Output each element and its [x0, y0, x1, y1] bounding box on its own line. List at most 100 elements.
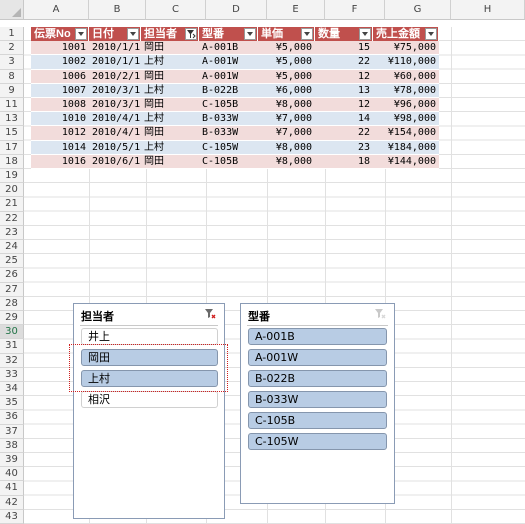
slicer-item[interactable]: B-033W	[248, 391, 387, 408]
row-header-36[interactable]: 36	[0, 410, 24, 425]
table-cell[interactable]: 1014	[31, 140, 89, 155]
table-cell[interactable]: 岡田	[141, 98, 199, 113]
table-cell[interactable]: 2010/3/1	[89, 98, 141, 113]
row-header-31[interactable]: 31	[0, 339, 24, 354]
filter-applied-icon[interactable]	[185, 28, 197, 40]
table-cell[interactable]: 上村	[141, 112, 199, 127]
table-cell[interactable]: ¥5,000	[258, 41, 315, 56]
table-cell[interactable]: 12	[315, 98, 373, 113]
table-cell[interactable]: 1007	[31, 83, 89, 98]
row-header-37[interactable]: 37	[0, 424, 24, 439]
dropdown-arrow-icon[interactable]	[244, 28, 256, 40]
table-cell[interactable]: B-033W	[199, 112, 258, 127]
row-header-23[interactable]: 23	[0, 225, 24, 240]
table-cell[interactable]: 上村	[141, 83, 199, 98]
table-cell[interactable]: 岡田	[141, 69, 199, 84]
dropdown-arrow-icon[interactable]	[425, 28, 437, 40]
table-cell[interactable]: ¥98,000	[373, 112, 439, 127]
table-cell[interactable]: 1008	[31, 98, 89, 113]
table-cell[interactable]: C-105B	[199, 154, 258, 169]
row-header-18[interactable]: 18	[0, 154, 24, 169]
column-header-h[interactable]: H	[451, 0, 525, 20]
table-cell[interactable]: 22	[315, 126, 373, 141]
column-header-d[interactable]: D	[206, 0, 267, 20]
row-header-38[interactable]: 38	[0, 438, 24, 453]
table-cell[interactable]: 2010/3/1	[89, 83, 141, 98]
select-all-corner[interactable]	[0, 0, 24, 20]
slicer-item[interactable]: C-105B	[248, 412, 387, 429]
table-cell[interactable]: ¥154,000	[373, 126, 439, 141]
row-header-19[interactable]: 19	[0, 169, 24, 184]
column-header-a[interactable]: A	[24, 0, 89, 20]
table-cell[interactable]: 岡田	[141, 154, 199, 169]
table-header-cell[interactable]: 伝票No	[31, 27, 89, 42]
row-header-1[interactable]: 1	[0, 27, 24, 42]
table-cell[interactable]: ¥110,000	[373, 55, 439, 70]
table-cell[interactable]: 上村	[141, 55, 199, 70]
row-header-8[interactable]: 8	[0, 69, 24, 84]
clear-filter-icon[interactable]	[204, 308, 216, 320]
table-cell[interactable]: 上村	[141, 140, 199, 155]
table-header-cell[interactable]: 単価	[258, 27, 315, 42]
row-header-43[interactable]: 43	[0, 509, 24, 524]
table-cell[interactable]: ¥96,000	[373, 98, 439, 113]
row-header-27[interactable]: 27	[0, 282, 24, 297]
table-cell[interactable]: 2010/5/1	[89, 140, 141, 155]
table-cell[interactable]: ¥8,000	[258, 98, 315, 113]
table-cell[interactable]: ¥60,000	[373, 69, 439, 84]
slicer-person[interactable]: 担当者 井上 岡田 上村 相沢	[73, 303, 225, 519]
row-header-15[interactable]: 15	[0, 126, 24, 141]
row-header-21[interactable]: 21	[0, 197, 24, 212]
table-cell[interactable]: 1016	[31, 154, 89, 169]
table-cell[interactable]: 13	[315, 83, 373, 98]
table-cell[interactable]: ¥75,000	[373, 41, 439, 56]
table-cell[interactable]: 14	[315, 112, 373, 127]
table-cell[interactable]: C-105W	[199, 140, 258, 155]
table-cell[interactable]: 1002	[31, 55, 89, 70]
table-cell[interactable]: ¥8,000	[258, 140, 315, 155]
table-cell[interactable]: 2010/6/1	[89, 154, 141, 169]
table-cell[interactable]: 2010/1/1	[89, 41, 141, 56]
row-header-32[interactable]: 32	[0, 353, 24, 368]
row-header-39[interactable]: 39	[0, 453, 24, 468]
table-cell[interactable]: ¥5,000	[258, 69, 315, 84]
table-cell[interactable]: ¥5,000	[258, 55, 315, 70]
column-header-e[interactable]: E	[267, 0, 325, 20]
table-cell[interactable]: 1012	[31, 126, 89, 141]
table-cell[interactable]: ¥7,000	[258, 112, 315, 127]
row-header-33[interactable]: 33	[0, 367, 24, 382]
row-header-24[interactable]: 24	[0, 240, 24, 255]
table-cell[interactable]: C-105B	[199, 98, 258, 113]
slicer-model[interactable]: 型番 A-001B A-001W B-022B B-033W C-105B C-105W	[240, 303, 395, 504]
row-header-30[interactable]: 30	[0, 325, 24, 340]
row-header-29[interactable]: 29	[0, 311, 24, 326]
slicer-item[interactable]: B-022B	[248, 370, 387, 387]
table-cell[interactable]: 1001	[31, 41, 89, 56]
table-cell[interactable]: ¥6,000	[258, 83, 315, 98]
table-cell[interactable]: 2010/4/1	[89, 126, 141, 141]
dropdown-arrow-icon[interactable]	[75, 28, 87, 40]
table-cell[interactable]: 18	[315, 154, 373, 169]
table-cell[interactable]: ¥8,000	[258, 154, 315, 169]
table-cell[interactable]: ¥7,000	[258, 126, 315, 141]
slicer-item[interactable]: C-105W	[248, 433, 387, 450]
slicer-item[interactable]: 井上	[81, 328, 218, 345]
row-header-20[interactable]: 20	[0, 183, 24, 198]
table-cell[interactable]: ¥144,000	[373, 154, 439, 169]
table-header-cell[interactable]: 数量	[315, 27, 373, 42]
table-header-cell[interactable]: 日付	[89, 27, 141, 42]
table-cell[interactable]: B-022B	[199, 83, 258, 98]
table-cell[interactable]: 岡田	[141, 126, 199, 141]
row-header-11[interactable]: 11	[0, 98, 24, 113]
row-header-2[interactable]: 2	[0, 41, 24, 56]
row-header-42[interactable]: 42	[0, 495, 24, 510]
row-header-22[interactable]: 22	[0, 211, 24, 226]
row-header-25[interactable]: 25	[0, 254, 24, 269]
table-cell[interactable]: 15	[315, 41, 373, 56]
row-header-13[interactable]: 13	[0, 112, 24, 127]
row-header-26[interactable]: 26	[0, 268, 24, 283]
table-cell[interactable]: ¥184,000	[373, 140, 439, 155]
table-header-cell[interactable]: 担当者	[141, 27, 199, 42]
row-header-34[interactable]: 34	[0, 382, 24, 397]
table-cell[interactable]: 2010/2/1	[89, 69, 141, 84]
